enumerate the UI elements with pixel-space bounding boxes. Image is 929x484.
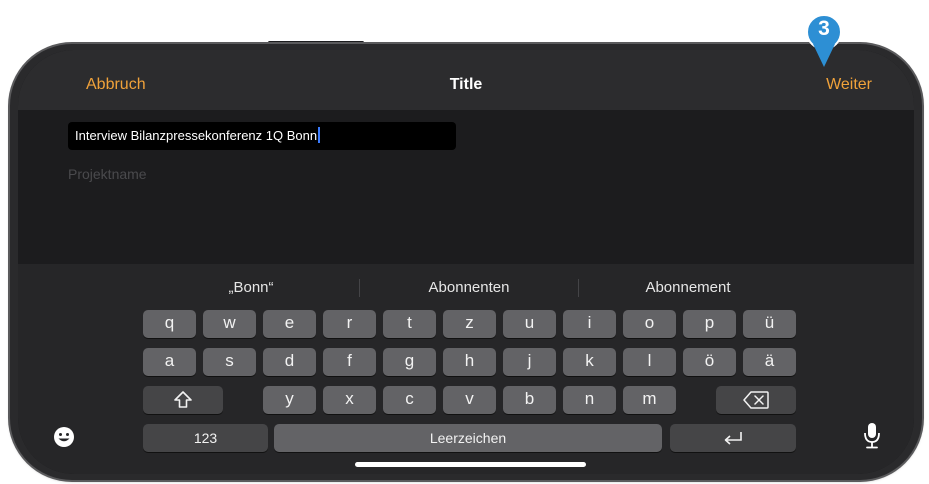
key-c[interactable]: c [383, 386, 436, 414]
keyboard: „Bonn“ Abonnenten Abonnement q w e r t z… [18, 264, 914, 474]
key-f[interactable]: f [323, 348, 376, 376]
key-ue[interactable]: ü [743, 310, 796, 338]
step-number: 3 [818, 17, 830, 40]
key-t[interactable]: t [383, 310, 436, 338]
navigation-bar: Abbruch Title Weiter [18, 50, 914, 110]
delete-icon [743, 391, 769, 409]
key-b[interactable]: b [503, 386, 556, 414]
dictation-button[interactable] [863, 422, 881, 455]
key-a[interactable]: a [143, 348, 196, 376]
key-p[interactable]: p [683, 310, 736, 338]
key-v[interactable]: v [443, 386, 496, 414]
text-cursor [318, 127, 321, 143]
project-name-input[interactable]: Interview Bilanzpressekonferenz 1Q Bonn [68, 122, 456, 150]
key-y[interactable]: y [263, 386, 316, 414]
key-j[interactable]: j [503, 348, 556, 376]
key-k[interactable]: k [563, 348, 616, 376]
key-l[interactable]: l [623, 348, 676, 376]
project-name-value: Interview Bilanzpressekonferenz 1Q Bonn [75, 128, 318, 143]
delete-key[interactable] [716, 386, 796, 414]
numbers-key[interactable]: 123 [143, 424, 268, 452]
key-w[interactable]: w [203, 310, 256, 338]
key-n[interactable]: n [563, 386, 616, 414]
key-s[interactable]: s [203, 348, 256, 376]
suggestion-1[interactable]: „Bonn“ [171, 279, 331, 296]
return-key[interactable] [670, 424, 796, 452]
shift-key[interactable] [143, 386, 223, 414]
emoji-icon [54, 427, 74, 447]
key-d[interactable]: d [263, 348, 316, 376]
key-oe[interactable]: ö [683, 348, 736, 376]
key-g[interactable]: g [383, 348, 436, 376]
phone-frame: Abbruch Title Weiter Interview Bilanzpre… [10, 44, 922, 480]
key-u[interactable]: u [503, 310, 556, 338]
home-indicator [355, 462, 586, 467]
step-callout: 3 [804, 12, 844, 70]
project-name-label: Projektname [68, 166, 147, 182]
suggestion-2[interactable]: Abonnenten [389, 279, 549, 296]
screen: Abbruch Title Weiter Interview Bilanzpre… [18, 50, 914, 474]
key-e[interactable]: e [263, 310, 316, 338]
key-i[interactable]: i [563, 310, 616, 338]
key-x[interactable]: x [323, 386, 376, 414]
key-ae[interactable]: ä [743, 348, 796, 376]
key-m[interactable]: m [623, 386, 676, 414]
return-icon [724, 432, 742, 445]
page-title: Title [449, 76, 483, 93]
key-r[interactable]: r [323, 310, 376, 338]
space-key[interactable]: Leerzeichen [274, 424, 662, 452]
suggestion-divider [359, 279, 360, 297]
key-h[interactable]: h [443, 348, 496, 376]
key-o[interactable]: o [623, 310, 676, 338]
microphone-icon [864, 423, 880, 449]
suggestion-divider [578, 279, 579, 297]
key-q[interactable]: q [143, 310, 196, 338]
next-button[interactable]: Weiter [826, 76, 872, 94]
suggestion-3[interactable]: Abonnement [608, 279, 768, 296]
shift-icon [174, 391, 192, 408]
emoji-button[interactable] [53, 426, 75, 453]
key-z[interactable]: z [443, 310, 496, 338]
